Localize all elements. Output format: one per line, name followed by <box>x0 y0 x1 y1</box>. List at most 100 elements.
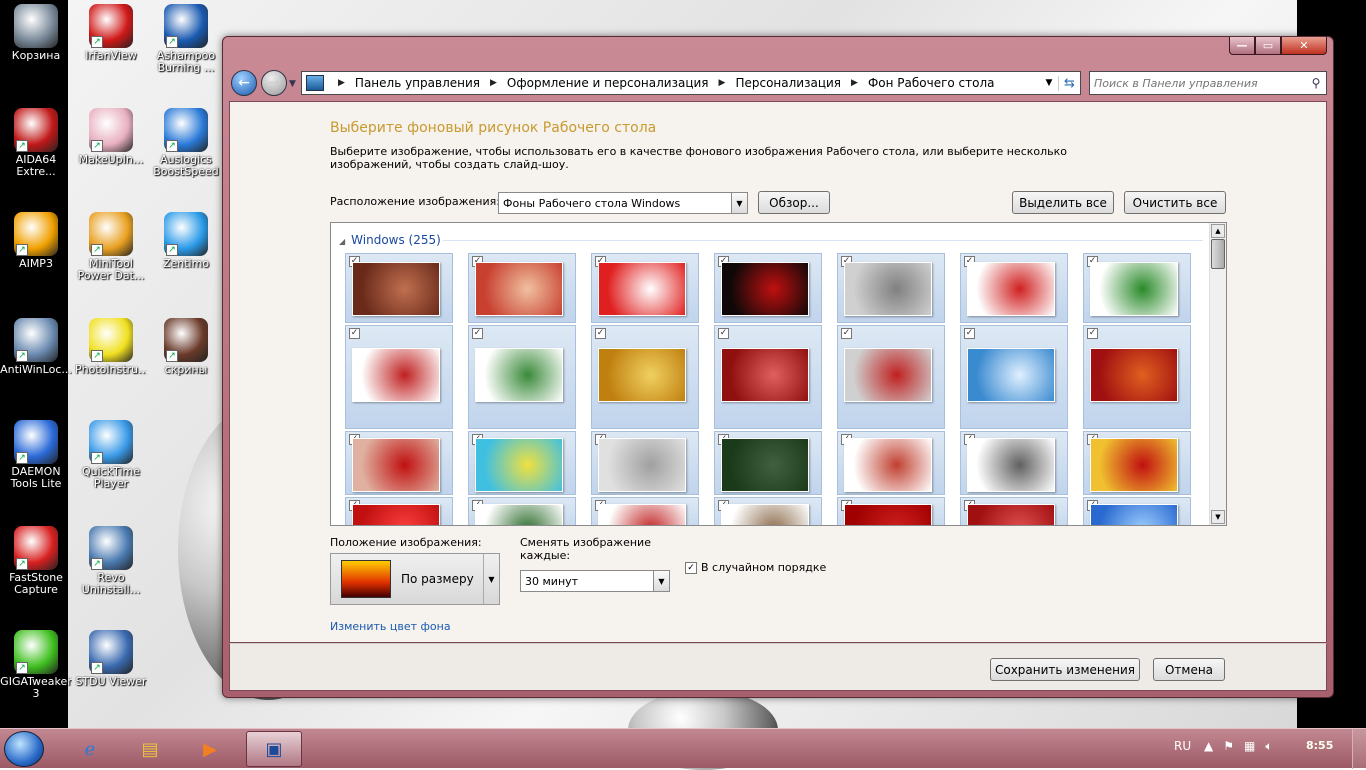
volume-icon[interactable]: 🔈︎ <box>1265 739 1272 754</box>
scroll-up-icon[interactable]: ▲ <box>1211 224 1225 238</box>
wallpaper-thumbnail[interactable]: ✓ <box>714 325 822 429</box>
wallpaper-thumbnail[interactable]: ✓ <box>591 431 699 495</box>
shuffle-option[interactable]: ✓ В случайном порядке <box>685 561 826 574</box>
gallery-group-header[interactable]: ◢ Windows (255) <box>339 233 441 247</box>
desktop-shortcut[interactable]: ↗ STDU Viewer <box>75 630 147 688</box>
thumbnail-checkbox[interactable]: ✓ <box>1087 328 1098 339</box>
wallpaper-thumbnail[interactable]: ✓ <box>468 253 576 323</box>
desktop-shortcut[interactable]: ↗ Auslogics BoostSpeed <box>150 108 222 178</box>
chevron-down-icon[interactable]: ▼ <box>483 554 499 604</box>
scroll-down-icon[interactable]: ▼ <box>1211 510 1225 524</box>
breadcrumb-desktop-background[interactable]: Фон Рабочего стола <box>868 76 995 90</box>
chevron-down-icon[interactable]: ▼ <box>731 193 747 213</box>
refresh-icon[interactable]: ⇆ <box>1058 75 1080 91</box>
clock[interactable]: 8:55 <box>1306 739 1333 752</box>
desktop-shortcut[interactable]: ↗ FastStone Capture <box>0 526 72 596</box>
wallpaper-thumbnail[interactable]: ✓ <box>714 431 822 495</box>
save-changes-button[interactable]: Сохранить изменения <box>990 658 1140 681</box>
desktop-shortcut[interactable]: ↗ DAEMON Tools Lite <box>0 420 72 490</box>
thumbnail-checkbox[interactable]: ✓ <box>349 328 360 339</box>
wallpaper-thumbnail[interactable]: ✓ <box>468 431 576 495</box>
cancel-button[interactable]: Отмена <box>1153 658 1225 681</box>
desktop-shortcut[interactable]: ↗ Revo Uninstall... <box>75 526 147 596</box>
wallpaper-thumbnail[interactable]: ✓ <box>960 431 1068 495</box>
chevron-down-icon[interactable]: ▼ <box>653 571 669 591</box>
control-panel-taskbar-icon[interactable]: ▣ <box>246 731 302 767</box>
wallpaper-thumbnail[interactable]: ✓ <box>837 497 945 525</box>
wallpaper-thumbnail[interactable]: ✓ <box>591 325 699 429</box>
search-icon[interactable]: ⚲ <box>1306 76 1326 90</box>
chevron-right-icon[interactable]: ▶ <box>851 78 858 88</box>
desktop-shortcut[interactable]: ↗ AIMP3 <box>0 212 72 270</box>
desktop-shortcut[interactable]: ↗ MiniTool Power Dat... <box>75 212 147 282</box>
wallpaper-thumbnail[interactable]: ✓ <box>837 431 945 495</box>
wallpaper-thumbnail[interactable]: ✓ <box>837 325 945 429</box>
breadcrumb-control-panel[interactable]: Панель управления <box>355 76 480 90</box>
wallpaper-thumbnail[interactable]: ✓ <box>468 325 576 429</box>
interval-select[interactable]: 30 минут ▼ <box>520 570 670 592</box>
wallpaper-thumbnail[interactable]: ✓ <box>1083 325 1191 429</box>
breadcrumb-appearance[interactable]: Оформление и персонализация <box>507 76 709 90</box>
scrollbar-thumb[interactable] <box>1211 239 1225 269</box>
wallpaper-thumbnail[interactable]: ✓ <box>960 325 1068 429</box>
thumbnail-checkbox[interactable]: ✓ <box>472 328 483 339</box>
search-input[interactable] <box>1094 76 1306 90</box>
maximize-button[interactable]: ▭ <box>1255 37 1281 55</box>
wallpaper-thumbnail[interactable]: ✓ <box>345 325 453 429</box>
media-player-icon[interactable]: ▶ <box>182 731 238 767</box>
chevron-right-icon[interactable]: ▶ <box>490 78 497 88</box>
change-background-color-link[interactable]: Изменить цвет фона <box>330 620 451 633</box>
address-bar[interactable]: ▶ Панель управления ▶ Оформление и персо… <box>301 71 1081 95</box>
desktop-shortcut[interactable]: ↗ QuickTime Player <box>75 420 147 490</box>
chevron-right-icon[interactable]: ▶ <box>719 78 726 88</box>
wallpaper-thumbnail[interactable]: ✓ <box>345 431 453 495</box>
chevron-down-icon[interactable]: ▼ <box>1040 78 1058 88</box>
back-button[interactable]: ← <box>231 70 257 96</box>
wallpaper-thumbnail[interactable]: ✓ <box>1083 497 1191 525</box>
wallpaper-thumbnail[interactable]: ✓ <box>591 497 699 525</box>
desktop-shortcut[interactable]: ↗ IrfanView <box>75 4 147 62</box>
desktop-shortcut[interactable]: ↗ GIGATweaker 3 <box>0 630 72 700</box>
collapse-triangle-icon[interactable]: ◢ <box>339 237 345 246</box>
wallpaper-thumbnail[interactable]: ✓ <box>1083 253 1191 323</box>
wallpaper-thumbnail[interactable]: ✓ <box>714 497 822 525</box>
desktop-shortcut[interactable]: ↗ AIDA64 Extre... <box>0 108 72 178</box>
shuffle-checkbox[interactable]: ✓ <box>685 561 697 574</box>
thumbnail-checkbox[interactable]: ✓ <box>595 328 606 339</box>
select-all-button[interactable]: Выделить все <box>1012 191 1114 214</box>
wallpaper-thumbnail[interactable]: ✓ <box>960 253 1068 323</box>
close-button[interactable]: ✕ <box>1281 37 1327 55</box>
breadcrumb-personalization[interactable]: Персонализация <box>735 76 841 90</box>
desktop-shortcut[interactable]: ↗ PhotoInstru... <box>75 318 147 376</box>
wallpaper-thumbnail[interactable]: ✓ <box>837 253 945 323</box>
desktop-shortcut[interactable]: Корзина <box>0 4 72 62</box>
chevron-right-icon[interactable]: ▶ <box>338 78 345 88</box>
wallpaper-thumbnail[interactable]: ✓ <box>468 497 576 525</box>
start-button[interactable] <box>4 731 44 767</box>
desktop-shortcut[interactable]: ↗ скрины <box>150 318 222 376</box>
wallpaper-thumbnail[interactable]: ✓ <box>345 497 453 525</box>
desktop-shortcut[interactable]: ↗ Zentimo <box>150 212 222 270</box>
search-box[interactable]: ⚲ <box>1089 71 1327 95</box>
wallpaper-thumbnail[interactable]: ✓ <box>960 497 1068 525</box>
show-desktop-button[interactable] <box>1352 729 1366 769</box>
browse-button[interactable]: Обзор... <box>758 191 830 214</box>
thumbnail-checkbox[interactable]: ✓ <box>841 328 852 339</box>
location-select[interactable]: Фоны Рабочего стола Windows ▼ <box>498 192 748 214</box>
forward-button[interactable]: → <box>261 70 287 96</box>
thumbnail-checkbox[interactable]: ✓ <box>718 328 729 339</box>
network-icon[interactable]: ▦ <box>1244 739 1255 754</box>
thumbnail-checkbox[interactable]: ✓ <box>964 328 975 339</box>
wallpaper-thumbnail[interactable]: ✓ <box>714 253 822 323</box>
wallpaper-thumbnail[interactable]: ✓ <box>1083 431 1191 495</box>
wallpaper-thumbnail[interactable]: ✓ <box>345 253 453 323</box>
position-select[interactable]: По размеру ▼ <box>330 553 500 605</box>
desktop-shortcut[interactable]: ↗ AntiWinLoc... <box>0 318 72 376</box>
action-center-icon[interactable]: ⚑ <box>1223 739 1234 754</box>
vertical-scrollbar[interactable]: ▲ ▼ <box>1209 223 1226 525</box>
desktop-shortcut[interactable]: ↗ MakeUpIn... <box>75 108 147 166</box>
language-indicator[interactable]: RU <box>1174 739 1191 753</box>
desktop-shortcut[interactable]: ↗ Ashampoo Burning ... <box>150 4 222 74</box>
minimize-button[interactable]: — <box>1229 37 1255 55</box>
show-hidden-icons-icon[interactable]: ▲ <box>1204 739 1213 754</box>
